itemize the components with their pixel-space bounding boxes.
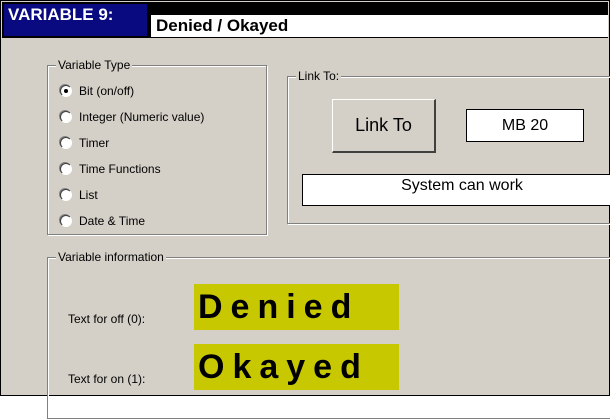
radio-button-icon[interactable] — [60, 163, 72, 175]
radio-label: Time Functions — [79, 162, 161, 176]
radio-label: Date & Time — [79, 214, 146, 228]
radio-button-icon[interactable] — [60, 111, 72, 123]
radio-button-icon[interactable] — [60, 85, 72, 97]
radio-button-icon[interactable] — [60, 215, 72, 227]
radio-button-icon[interactable] — [60, 189, 72, 201]
variable-header: VARIABLE 9: Denied / Okayed — [2, 2, 608, 38]
variable-type-legend: Variable Type — [56, 58, 133, 72]
text-for-off-label: Text for off (0): — [68, 312, 146, 326]
text-for-on-label: Text for on (1): — [68, 372, 146, 386]
link-to-group: Link To: Link To MB 20 System can work — [287, 69, 610, 224]
variable-information-group: Variable information Text for off (0): D… — [47, 250, 610, 419]
link-to-button[interactable]: Link To — [332, 99, 436, 153]
radio-label: Timer — [79, 136, 110, 150]
text-for-off-value[interactable]: Denied — [194, 284, 399, 330]
variable-information-legend: Variable information — [56, 250, 166, 264]
link-to-legend: Link To: — [296, 69, 342, 83]
radio-label: List — [79, 188, 98, 202]
variable-type-group: Variable Type Bit (on/off) Integer (Nume… — [47, 58, 267, 235]
link-description-field[interactable]: System can work — [302, 174, 610, 206]
text-for-on-value[interactable]: Okayed — [194, 344, 399, 390]
link-address-field[interactable]: MB 20 — [466, 109, 584, 142]
radio-button-icon[interactable] — [60, 137, 72, 149]
variable-name-field[interactable]: Denied / Okayed — [151, 15, 608, 37]
radio-label: Bit (on/off) — [79, 84, 135, 98]
variable-number-label: VARIABLE 9: — [4, 4, 147, 36]
radio-label: Integer (Numeric value) — [79, 110, 205, 124]
variable-editor-window: VARIABLE 9: Denied / Okayed Variable Typ… — [0, 0, 610, 419]
